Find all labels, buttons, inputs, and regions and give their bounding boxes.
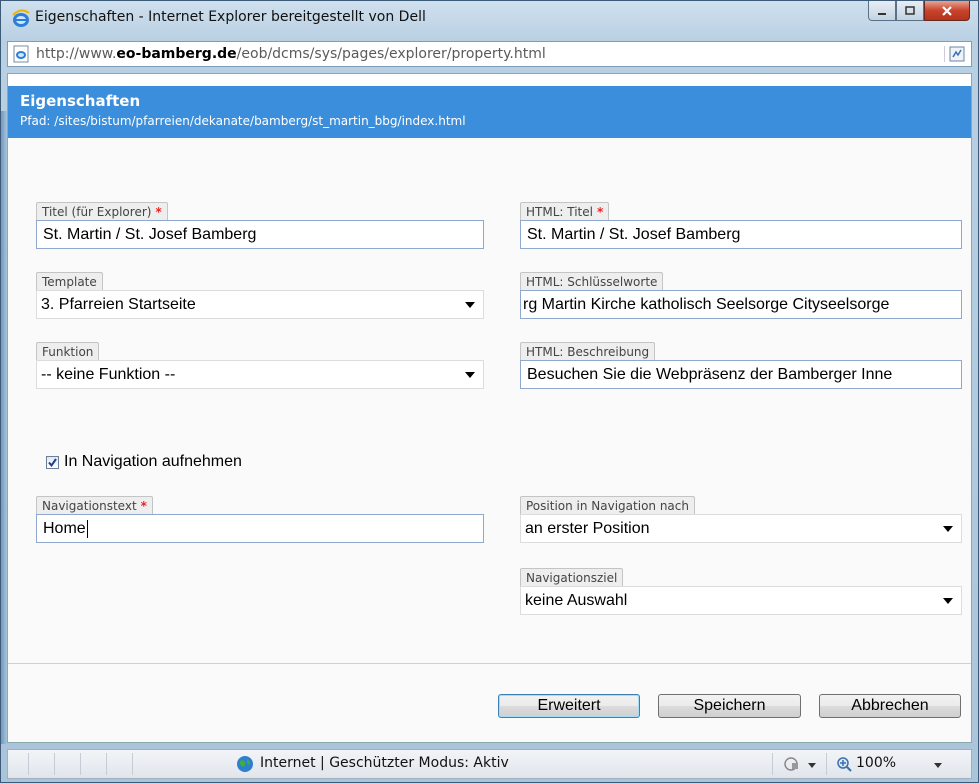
description-input[interactable]: Besuchen Sie die Webpräsenz der Bamberge… [520,360,962,389]
status-cell [106,753,107,775]
divider [8,663,971,664]
template-select[interactable]: 3. Pfarreien Startseite [36,290,484,319]
maximize-icon [905,5,915,15]
close-button[interactable] [924,1,970,21]
caption-buttons [868,1,970,23]
chevron-down-icon[interactable] [808,763,816,768]
required-marker: * [155,205,162,219]
text-cursor [86,519,88,538]
status-cell [80,753,81,775]
navtext-label: Navigationstext * [36,496,153,514]
page-icon [13,45,29,63]
page-content: Eigenschaften Pfad: /sites/bistum/pfarre… [7,73,972,743]
navigation-checkbox-label[interactable]: In Navigation aufnehmen [64,453,242,471]
maximize-button[interactable] [896,1,924,21]
save-button[interactable]: Speichern [658,694,801,718]
close-icon [942,5,952,16]
html-titel-input[interactable]: St. Martin / St. Josef Bamberg [520,220,962,249]
html-titel-label: HTML: Titel * [520,202,610,220]
browser-window: Eigenschaften - Internet Explorer bereit… [0,0,979,783]
dialog-title: Eigenschaften [20,92,141,110]
chevron-down-icon[interactable] [934,763,942,768]
chevron-down-icon [465,302,475,308]
status-bar: Internet | Geschützter Modus: Aktiv 100% [7,749,972,779]
dialog-path: Pfad: /sites/bistum/pfarreien/dekanate/b… [20,114,466,128]
properties-form: Titel (für Explorer) * St. Martin / St. J… [8,138,971,742]
cancel-button[interactable]: Abbrechen [819,694,961,718]
protected-mode-icon[interactable] [783,756,801,772]
compatibility-view-icon[interactable] [944,46,965,62]
status-cell [826,753,827,775]
titel-input[interactable]: St. Martin / St. Josef Bamberg [36,220,484,249]
required-marker: * [140,499,147,513]
position-label: Position in Navigation nach [520,496,695,514]
funktion-select[interactable]: -- keine Funktion -- [36,360,484,389]
address-url: http://www.eo-bamberg.de/eob/dcms/sys/pa… [36,46,546,62]
globe-icon [237,756,253,772]
chevron-down-icon [943,526,953,532]
navtext-input[interactable]: Home [36,514,484,543]
zoom-level[interactable]: 100% [856,755,896,771]
navziel-label: Navigationsziel [520,568,624,586]
checkmark-icon [48,458,57,468]
navigation-checkbox[interactable] [46,456,59,469]
zoom-icon[interactable] [836,756,852,772]
funktion-label: Funktion [36,342,100,360]
position-select[interactable]: an erster Position [520,514,962,543]
description-label: HTML: Beschreibung [520,342,656,360]
window-title: Eigenschaften - Internet Explorer bereit… [35,9,426,25]
navziel-selected-value: keine Auswahl [525,592,628,609]
navtext-value: Home [43,520,86,537]
erweitert-button[interactable]: Erweitert [498,694,640,718]
navziel-select[interactable]: keine Auswahl [520,586,962,615]
status-cell [772,753,773,775]
status-cell [132,753,133,775]
titel-label: Titel (für Explorer) * [36,202,168,220]
template-label: Template [36,272,103,290]
minimize-icon [878,12,886,15]
dialog-header: Eigenschaften Pfad: /sites/bistum/pfarre… [8,86,971,138]
funktion-selected-value: -- keine Funktion -- [41,366,176,383]
required-marker: * [596,205,604,219]
title-bar[interactable]: Eigenschaften - Internet Explorer bereit… [1,1,978,35]
address-bar[interactable]: http://www.eo-bamberg.de/eob/dcms/sys/pa… [7,41,972,67]
status-cell [54,753,55,775]
internet-explorer-icon [12,9,30,27]
chevron-down-icon [465,372,475,378]
template-selected-value: 3. Pfarreien Startseite [41,296,196,313]
chevron-down-icon [943,598,953,604]
security-zone-text: Internet | Geschützter Modus: Aktiv [260,755,509,771]
keywords-input[interactable]: rg Martin Kirche katholisch Seelsorge Ci… [520,290,962,319]
position-selected-value: an erster Position [525,520,650,537]
keywords-label: HTML: Schlüsselworte [520,272,664,290]
status-cell [28,753,29,775]
minimize-button[interactable] [868,1,896,21]
